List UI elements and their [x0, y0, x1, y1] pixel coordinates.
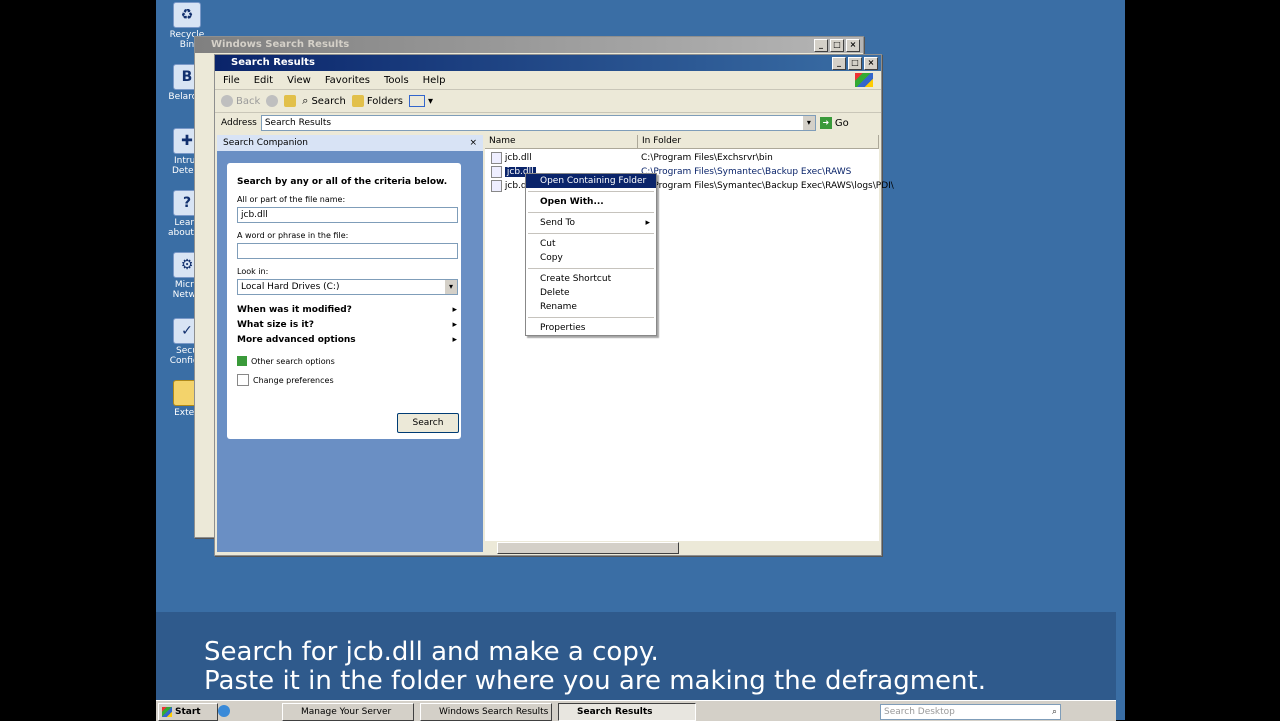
expand-arrow-icon: ▸: [452, 305, 457, 315]
menu-tools[interactable]: Tools: [384, 75, 409, 86]
go-button[interactable]: ➜ Go: [819, 117, 849, 129]
desktop-edge: [1116, 0, 1125, 720]
arrow-icon: [237, 356, 247, 366]
back-window-titlebar[interactable]: Windows Search Results _ □ ×: [195, 37, 863, 53]
menu-bar: File Edit View Favorites Tools Help: [215, 71, 881, 90]
result-row[interactable]: jcb.dll: [491, 151, 532, 165]
menu-separator: [528, 212, 654, 213]
task-search-results[interactable]: Search Results: [558, 703, 696, 721]
taskbar: Start Manage Your Server Windows Search …: [156, 700, 1116, 721]
maximize-button[interactable]: □: [830, 39, 844, 52]
menu-separator: [528, 191, 654, 192]
recycle-bin-icon: ♻: [173, 2, 201, 28]
dll-file-icon: [491, 151, 502, 164]
folders-icon: [351, 95, 364, 107]
menu-file[interactable]: File: [223, 75, 240, 86]
menu-properties[interactable]: Properties: [526, 321, 656, 335]
back-arrow-icon: [221, 95, 233, 107]
companion-header: Search Companion ×: [217, 135, 483, 151]
menu-view[interactable]: View: [287, 75, 311, 86]
task-manage-server[interactable]: Manage Your Server: [282, 703, 414, 721]
windows-logo-icon: [855, 73, 873, 87]
caption-line-2: Paste it in the folder where you are mak…: [204, 666, 986, 696]
menu-create-shortcut[interactable]: Create Shortcut: [526, 272, 656, 286]
menu-help[interactable]: Help: [423, 75, 446, 86]
forward-arrow-icon: [266, 95, 279, 107]
dll-file-icon: [491, 179, 502, 192]
close-button[interactable]: ×: [846, 39, 860, 52]
search-icon: ⌕: [302, 94, 309, 107]
internet-explorer-icon[interactable]: [218, 705, 230, 717]
column-name[interactable]: Name: [485, 135, 638, 148]
up-folder-button[interactable]: [284, 95, 297, 107]
minimize-button[interactable]: _: [814, 39, 828, 52]
menu-cut[interactable]: Cut: [526, 237, 656, 251]
filename-input[interactable]: jcb.dll: [237, 207, 458, 223]
link-other-options[interactable]: Other search options: [237, 356, 335, 366]
option-size[interactable]: What size is it? ▸: [237, 320, 457, 330]
expand-arrow-icon: ▸: [452, 335, 457, 345]
search-companion-pane: Search Companion × Search by any or all …: [217, 135, 483, 552]
search-submit-button[interactable]: Search: [397, 413, 459, 433]
task-windows-search-results[interactable]: Windows Search Results: [420, 703, 552, 721]
menu-copy[interactable]: Copy: [526, 251, 656, 265]
option-modified[interactable]: When was it modified? ▸: [237, 305, 457, 315]
list-header: Name In Folder: [485, 135, 879, 149]
document-icon: [237, 374, 249, 386]
criteria-heading: Search by any or all of the criteria bel…: [237, 177, 448, 187]
go-arrow-icon: ➜: [819, 117, 832, 129]
search-icon[interactable]: ⌕: [1052, 705, 1057, 719]
address-input[interactable]: Search Results ▾: [260, 115, 816, 131]
desktop-search-input[interactable]: Search Desktop ⌕: [880, 704, 1061, 720]
expand-arrow-icon: ▸: [452, 320, 457, 330]
tutorial-caption: Search for jcb.dll and make a copy. Past…: [156, 612, 1116, 700]
views-button[interactable]: ▾: [408, 95, 433, 107]
link-preferences[interactable]: Change preferences: [237, 374, 334, 386]
chevron-down-icon[interactable]: ▾: [445, 280, 457, 294]
column-in-folder[interactable]: In Folder: [638, 135, 879, 148]
window-title: Search Results: [231, 57, 315, 68]
toolbar: Back ⌕ Search Folders ▾: [215, 90, 881, 113]
phrase-input[interactable]: [237, 243, 458, 259]
views-icon: [408, 95, 425, 107]
minimize-button[interactable]: _: [832, 57, 846, 70]
menu-rename[interactable]: Rename: [526, 300, 656, 314]
search-button[interactable]: ⌕ Search: [302, 94, 346, 108]
forward-button[interactable]: [266, 95, 279, 107]
caption-line-1: Search for jcb.dll and make a copy.: [204, 637, 659, 667]
search-criteria-box: Search by any or all of the criteria bel…: [227, 163, 461, 439]
menu-favorites[interactable]: Favorites: [325, 75, 370, 86]
chevron-down-icon[interactable]: ▾: [802, 116, 815, 130]
main-window-titlebar[interactable]: Search Results _ □ ×: [215, 55, 881, 71]
menu-separator: [528, 268, 654, 269]
up-folder-icon: [284, 95, 297, 107]
context-menu: Open Containing Folder Open With... Send…: [525, 173, 657, 336]
horizontal-scrollbar[interactable]: [485, 541, 879, 554]
option-advanced[interactable]: More advanced options ▸: [237, 335, 457, 345]
submenu-arrow-icon: ▸: [645, 218, 650, 228]
search-results-window[interactable]: Search Results _ □ × File Edit View Favo…: [214, 54, 894, 556]
maximize-button[interactable]: □: [848, 57, 862, 70]
dll-file-icon: [491, 165, 502, 178]
menu-edit[interactable]: Edit: [254, 75, 273, 86]
companion-close-icon[interactable]: ×: [469, 135, 477, 151]
address-bar: Address Search Results ▾ ➜ Go: [215, 113, 881, 133]
close-button[interactable]: ×: [864, 57, 878, 70]
menu-send-to[interactable]: Send To ▸: [526, 216, 656, 230]
windows-flag-icon: [162, 707, 172, 717]
scrollbar-thumb[interactable]: [497, 542, 679, 554]
lookin-select[interactable]: Local Hard Drives (C:) ▾: [237, 279, 458, 295]
menu-separator: [528, 317, 654, 318]
folders-button[interactable]: Folders: [351, 95, 403, 107]
menu-open-with[interactable]: Open With...: [526, 195, 656, 209]
menu-delete[interactable]: Delete: [526, 286, 656, 300]
menu-separator: [528, 233, 654, 234]
back-button[interactable]: Back: [221, 95, 260, 107]
menu-open-containing-folder[interactable]: Open Containing Folder: [526, 174, 656, 188]
start-button[interactable]: Start: [158, 703, 218, 721]
